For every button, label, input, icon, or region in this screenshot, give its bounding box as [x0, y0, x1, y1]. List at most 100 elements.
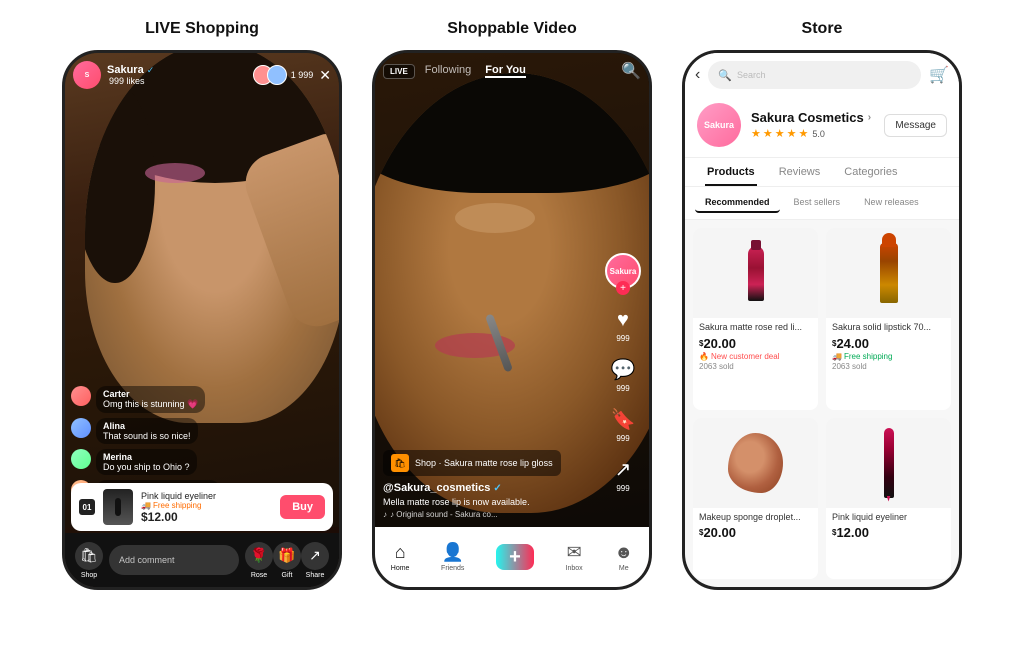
video-description: Mella matte rose lip is now available.: [383, 497, 603, 507]
share-circle-icon: ↗: [301, 542, 329, 570]
chat-text-2: Do you ship to Ohio ?: [103, 462, 190, 472]
nav-friends[interactable]: 👤 Friends: [441, 542, 464, 572]
rose-label: Rose: [251, 572, 267, 579]
shop-icon-bar[interactable]: 🛍 Shop: [75, 542, 103, 579]
store-name-chevron-icon: ›: [868, 112, 871, 123]
product-name-2: Makeup sponge droplet...: [699, 512, 812, 524]
live-close-icon[interactable]: ✕: [319, 67, 331, 84]
shop-circle-icon: 🛍: [75, 542, 103, 570]
video-search-icon[interactable]: 🔍: [621, 61, 641, 81]
share-icon-bar[interactable]: ↗ Share: [301, 542, 329, 579]
bookmark-icon: 🔖: [611, 407, 636, 432]
profile-icon: ☻: [614, 542, 633, 563]
product-deal-0: 🔥 New customer deal: [699, 352, 812, 361]
nav-me[interactable]: ☻ Me: [614, 542, 633, 572]
store-rating-stars: ★ ★ ★ ★ ★ 5.0: [751, 127, 874, 140]
comment-icon-item[interactable]: 💬 999: [611, 357, 636, 393]
for-you-tab[interactable]: For You: [485, 64, 526, 78]
product-card-2[interactable]: Makeup sponge droplet... $20.00: [693, 418, 818, 580]
chat-name-2: Merina: [103, 452, 190, 462]
product-sold-1: 2063 sold: [832, 362, 945, 371]
chat-bubble-1: Alina That sound is so nice!: [96, 418, 198, 444]
video-hair: [375, 73, 649, 193]
product-sold-0: 2063 sold: [699, 362, 812, 371]
categories-tab[interactable]: Categories: [832, 158, 909, 186]
live-viewer-count: 1 999: [291, 70, 314, 80]
store-header: ‹ 🔍 Search 🛒: [685, 53, 959, 93]
nav-create[interactable]: +: [496, 544, 534, 570]
chat-message-0: Carter Omg this is stunning 💗: [71, 386, 291, 413]
chat-message-2: Merina Do you ship to Ohio ?: [71, 449, 291, 475]
products-tab[interactable]: Products: [695, 158, 767, 186]
video-phone-screen: LIVE Following For You 🔍 Sakura +: [375, 53, 649, 587]
store-tabs: Products Reviews Categories: [685, 158, 959, 187]
video-shop-tag[interactable]: 🛍 Shop · Sakura matte rose lip gloss: [383, 450, 561, 476]
live-chip-badge: LIVE: [383, 64, 415, 79]
chat-avatar-1: [71, 418, 91, 438]
cart-icon[interactable]: 🛒: [929, 65, 949, 85]
product-name-3: Pink liquid eyeliner: [832, 512, 945, 524]
product-name-1: Sakura solid lipstick 70...: [832, 322, 945, 334]
product-card-0[interactable]: Sakura matte rose red li... $20.00 🔥 New…: [693, 228, 818, 410]
product-card-info-0: Sakura matte rose red li... $20.00 🔥 New…: [693, 318, 818, 377]
best-sellers-subtab[interactable]: Best sellers: [784, 193, 851, 213]
video-tabs: Following For You: [425, 64, 526, 78]
buy-button[interactable]: Buy: [280, 495, 325, 519]
following-tab[interactable]: Following: [425, 64, 471, 78]
rose-icon-bar[interactable]: 🌹 Rose: [245, 542, 273, 579]
star-4-icon: ★: [787, 127, 797, 140]
store-subtabs: Recommended Best sellers New releases: [685, 187, 959, 220]
live-verified-icon: ✓: [147, 65, 155, 76]
store-profile: Sakura Sakura Cosmetics › ★ ★ ★ ★: [685, 93, 959, 158]
home-label: Home: [391, 565, 410, 572]
product-card-3[interactable]: Pink liquid eyeliner $12.00: [826, 418, 951, 580]
star-2-icon: ★: [763, 127, 773, 140]
live-eye-makeup: [145, 163, 205, 183]
message-button[interactable]: Message: [884, 114, 947, 137]
back-icon[interactable]: ‹: [695, 66, 700, 84]
star-3-icon: ★: [775, 127, 785, 140]
me-label: Me: [619, 565, 629, 572]
lip-gloss-product-image: [748, 246, 764, 301]
nav-inbox[interactable]: ✉ Inbox: [566, 542, 583, 572]
viewer-avatar-2: [267, 65, 287, 85]
like-icon-item[interactable]: ♥ 999: [616, 309, 629, 343]
chat-avatar-2: [71, 449, 91, 469]
product-image-0: [693, 228, 818, 318]
store-logo-avatar: Sakura: [697, 103, 741, 147]
recommended-subtab[interactable]: Recommended: [695, 193, 780, 213]
gift-icon-bar[interactable]: 🎁 Gift: [273, 542, 301, 579]
nav-home[interactable]: ⌂ Home: [391, 542, 410, 572]
product-image-2: [693, 418, 818, 508]
shipping-truck-icon: 🚚: [832, 352, 842, 361]
friends-label: Friends: [441, 565, 464, 572]
chat-text-1: That sound is so nice!: [103, 431, 191, 441]
new-releases-subtab[interactable]: New releases: [854, 193, 929, 213]
live-likes: 999 likes: [109, 76, 154, 86]
inbox-label: Inbox: [566, 565, 583, 572]
product-price: $12.00: [141, 510, 272, 524]
product-card-info-2: Makeup sponge droplet... $20.00: [693, 508, 818, 547]
reviews-tab[interactable]: Reviews: [767, 158, 833, 186]
bookmark-icon-item[interactable]: 🔖 999: [611, 407, 636, 443]
store-search-bar[interactable]: 🔍 Search: [708, 61, 921, 89]
video-phone-frame: LIVE Following For You 🔍 Sakura +: [372, 50, 652, 590]
share-icon-item[interactable]: ↗ 999: [615, 457, 632, 493]
share-count: 999: [616, 484, 629, 493]
video-creator-username: @Sakura_cosmetics ✓: [383, 482, 603, 494]
live-phone-frame: S Sakura ✓ 999 likes 1 999: [62, 50, 342, 590]
comment-input[interactable]: Add comment: [109, 545, 239, 575]
product-name: Pink liquid eyeliner: [141, 491, 272, 501]
product-thumbnail: [103, 489, 133, 525]
store-background: ‹ 🔍 Search 🛒 Sakura: [685, 53, 959, 587]
product-name-0: Sakura matte rose red li...: [699, 322, 812, 334]
product-card-1[interactable]: Sakura solid lipstick 70... $24.00 🚚 Fre…: [826, 228, 951, 410]
follow-plus-badge[interactable]: +: [616, 281, 630, 295]
product-number: 01: [79, 499, 95, 515]
product-shipping: 🚚 Free shipping: [141, 501, 272, 510]
shop-bag-icon: 🛍: [391, 454, 409, 472]
video-right-icons: Sakura + ♥ 999 💬 999 🔖: [605, 253, 641, 493]
video-sound-info: ♪ ♪ Original sound - Sakura co...: [383, 510, 603, 519]
create-plus-icon: +: [496, 544, 534, 570]
video-profile-section: Sakura +: [605, 253, 641, 295]
